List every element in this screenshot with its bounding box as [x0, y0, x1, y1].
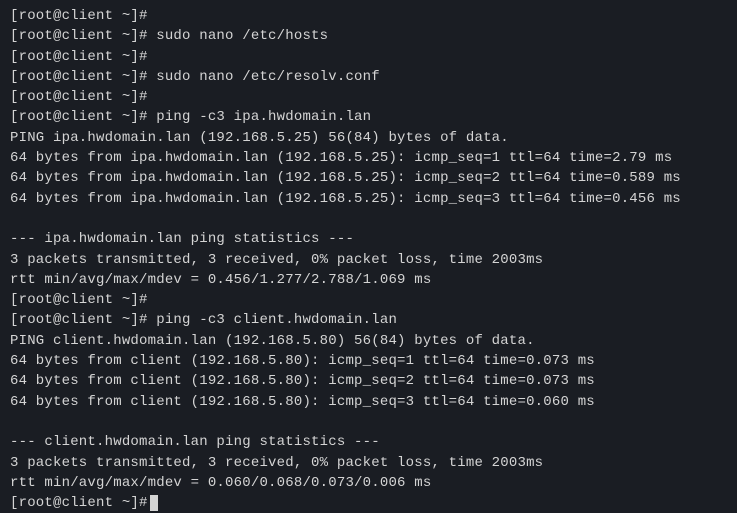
terminal-output-line: PING client.hwdomain.lan (192.168.5.80) … — [10, 331, 727, 351]
shell-prompt: [root@client ~]# — [10, 89, 148, 105]
output-text: PING client.hwdomain.lan (192.168.5.80) … — [10, 333, 535, 349]
terminal-prompt-line: [root@client ~]# — [10, 493, 727, 513]
terminal-prompt-line: [root@client ~]# — [10, 87, 727, 107]
terminal-prompt-line: [root@client ~]# — [10, 6, 727, 26]
shell-prompt: [root@client ~]# — [10, 292, 148, 308]
terminal-prompt-line: [root@client ~]# ping -c3 ipa.hwdomain.l… — [10, 107, 727, 127]
output-text: --- ipa.hwdomain.lan ping statistics --- — [10, 231, 354, 247]
terminal-output-line: PING ipa.hwdomain.lan (192.168.5.25) 56(… — [10, 128, 727, 148]
shell-prompt: [root@client ~]# — [10, 495, 148, 511]
output-text — [10, 414, 19, 430]
shell-prompt: [root@client ~]# — [10, 69, 148, 85]
terminal-prompt-line: [root@client ~]# sudo nano /etc/hosts — [10, 26, 727, 46]
shell-command: sudo nano /etc/resolv.conf — [148, 69, 380, 85]
output-text: 3 packets transmitted, 3 received, 0% pa… — [10, 455, 543, 471]
output-text: 64 bytes from ipa.hwdomain.lan (192.168.… — [10, 150, 672, 166]
terminal-output-line: 64 bytes from client (192.168.5.80): icm… — [10, 371, 727, 391]
terminal-output-line: --- ipa.hwdomain.lan ping statistics --- — [10, 229, 727, 249]
output-text: --- client.hwdomain.lan ping statistics … — [10, 434, 380, 450]
shell-prompt: [root@client ~]# — [10, 49, 148, 65]
output-text: 3 packets transmitted, 3 received, 0% pa… — [10, 252, 543, 268]
terminal-output-line: 64 bytes from client (192.168.5.80): icm… — [10, 392, 727, 412]
output-text: rtt min/avg/max/mdev = 0.060/0.068/0.073… — [10, 475, 431, 491]
shell-prompt: [root@client ~]# — [10, 28, 148, 44]
output-text: 64 bytes from client (192.168.5.80): icm… — [10, 353, 595, 369]
terminal-output-line: --- client.hwdomain.lan ping statistics … — [10, 432, 727, 452]
output-text: 64 bytes from ipa.hwdomain.lan (192.168.… — [10, 170, 681, 186]
terminal-prompt-line: [root@client ~]# — [10, 47, 727, 67]
terminal-prompt-line: [root@client ~]# ping -c3 client.hwdomai… — [10, 310, 727, 330]
terminal-output-line — [10, 209, 727, 229]
terminal-output-line: 64 bytes from ipa.hwdomain.lan (192.168.… — [10, 189, 727, 209]
output-text: 64 bytes from client (192.168.5.80): icm… — [10, 373, 595, 389]
output-text: 64 bytes from ipa.hwdomain.lan (192.168.… — [10, 191, 681, 207]
shell-prompt: [root@client ~]# — [10, 8, 148, 24]
terminal-output-line — [10, 412, 727, 432]
terminal-output-line: rtt min/avg/max/mdev = 0.060/0.068/0.073… — [10, 473, 727, 493]
terminal-output-line: 3 packets transmitted, 3 received, 0% pa… — [10, 453, 727, 473]
terminal-prompt-line: [root@client ~]# — [10, 290, 727, 310]
shell-command: ping -c3 ipa.hwdomain.lan — [148, 109, 372, 125]
shell-prompt: [root@client ~]# — [10, 312, 148, 328]
shell-command: sudo nano /etc/hosts — [148, 28, 329, 44]
terminal-output-line: 3 packets transmitted, 3 received, 0% pa… — [10, 250, 727, 270]
shell-prompt: [root@client ~]# — [10, 109, 148, 125]
output-text: PING ipa.hwdomain.lan (192.168.5.25) 56(… — [10, 130, 509, 146]
terminal-output-line: rtt min/avg/max/mdev = 0.456/1.277/2.788… — [10, 270, 727, 290]
terminal-output-line: 64 bytes from client (192.168.5.80): icm… — [10, 351, 727, 371]
terminal-output-line: 64 bytes from ipa.hwdomain.lan (192.168.… — [10, 168, 727, 188]
output-text — [10, 211, 19, 227]
output-text: 64 bytes from client (192.168.5.80): icm… — [10, 394, 595, 410]
terminal-output[interactable]: [root@client ~]#[root@client ~]# sudo na… — [10, 6, 727, 513]
cursor — [150, 495, 158, 511]
shell-command: ping -c3 client.hwdomain.lan — [148, 312, 397, 328]
terminal-prompt-line: [root@client ~]# sudo nano /etc/resolv.c… — [10, 67, 727, 87]
output-text: rtt min/avg/max/mdev = 0.456/1.277/2.788… — [10, 272, 431, 288]
terminal-output-line: 64 bytes from ipa.hwdomain.lan (192.168.… — [10, 148, 727, 168]
